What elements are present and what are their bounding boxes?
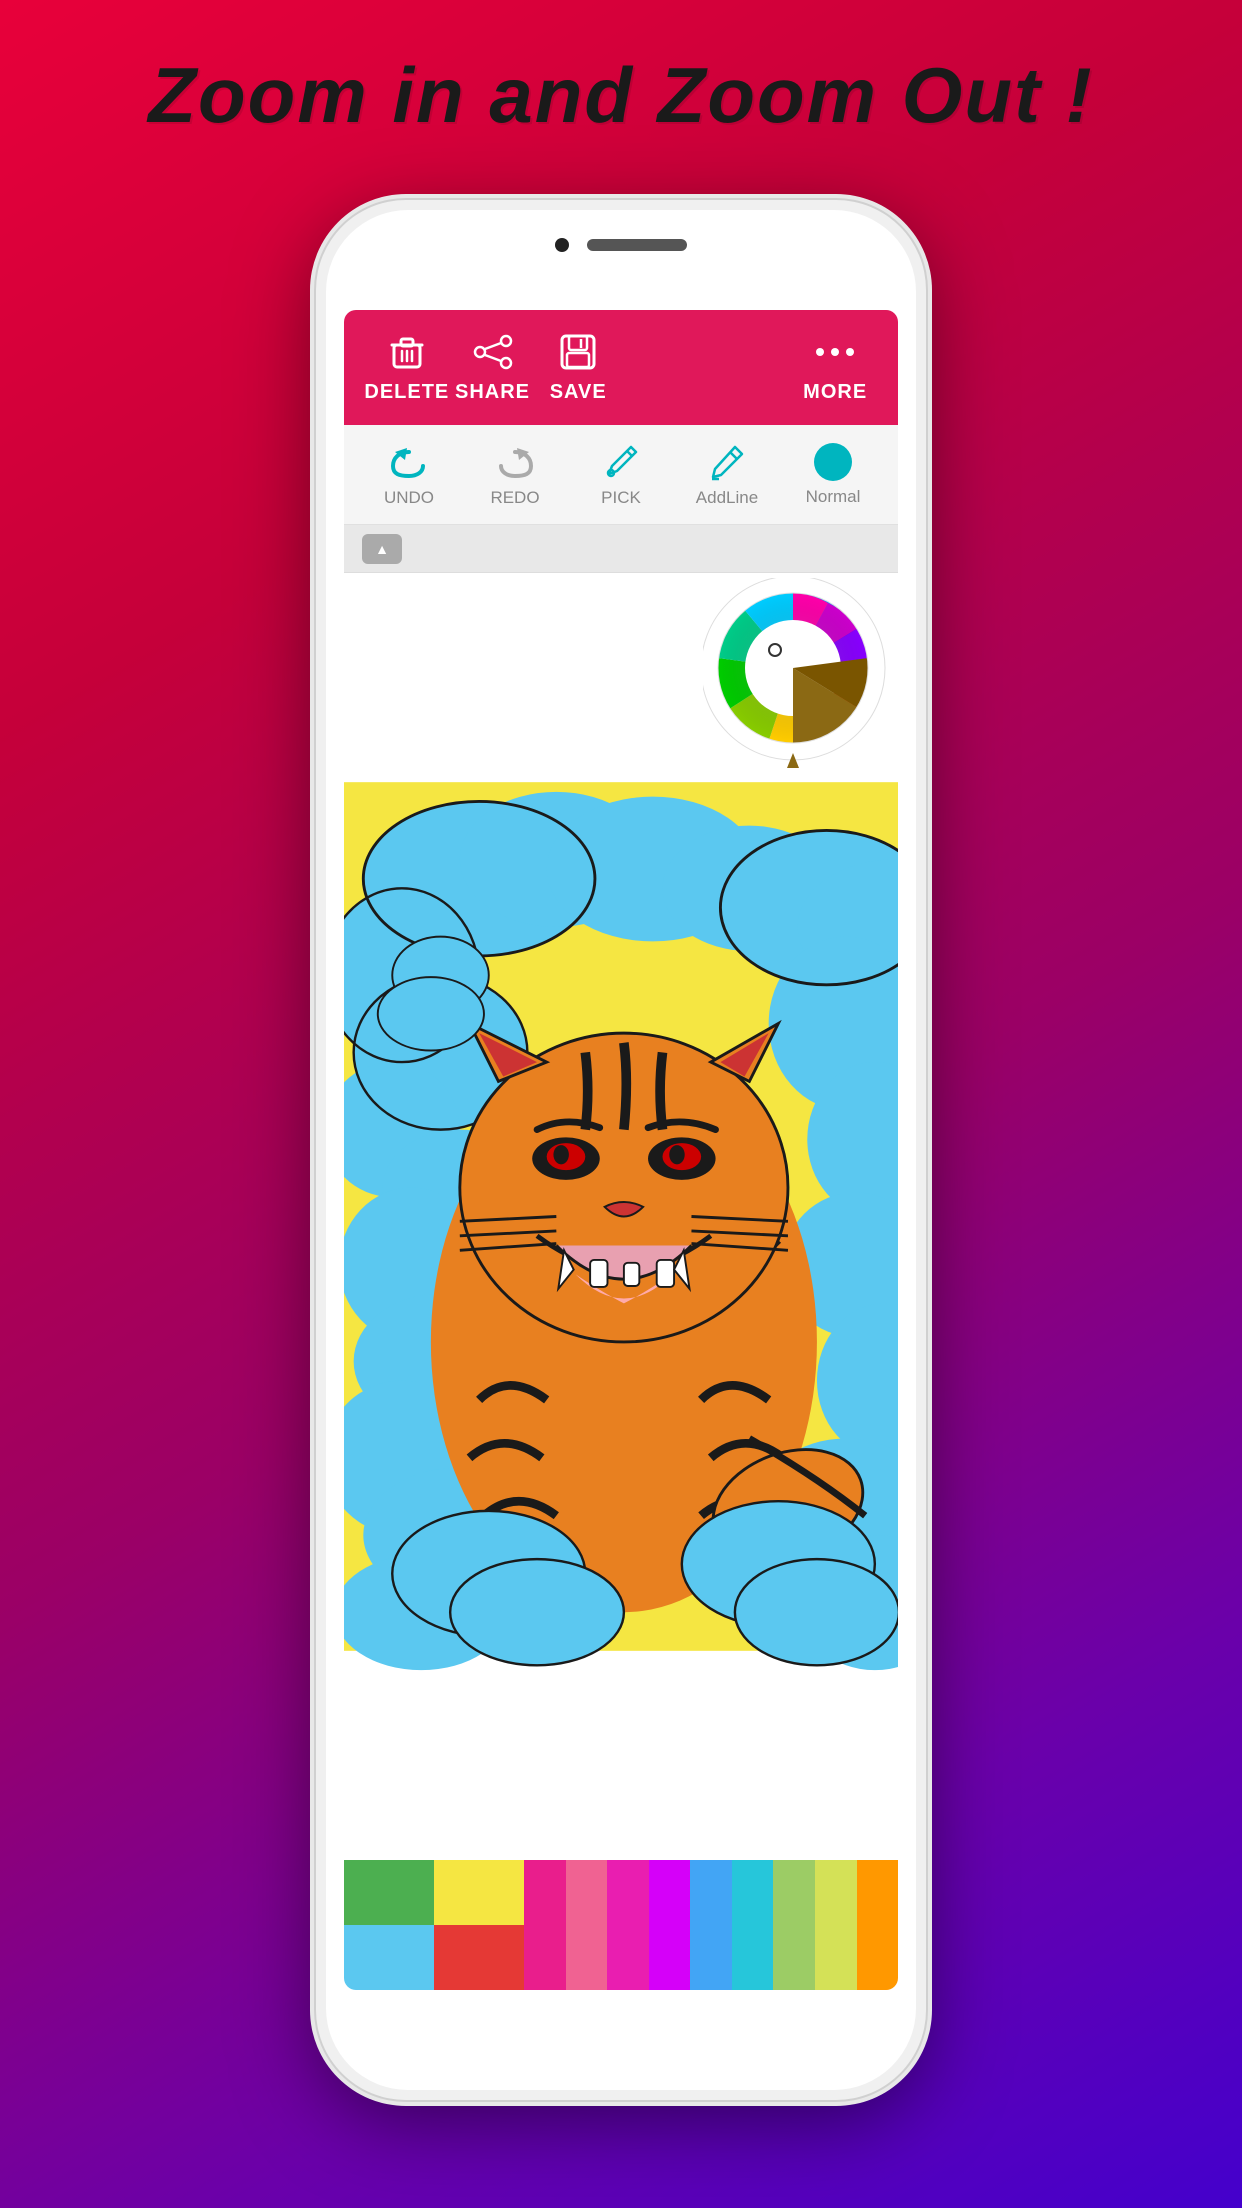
color-swatch-yellow[interactable] xyxy=(434,1860,524,1925)
phone-inner: DELETE SHARE xyxy=(326,210,916,2090)
share-icon xyxy=(472,331,514,373)
save-button[interactable]: SAVE xyxy=(535,331,621,404)
addline-button[interactable]: AddLine xyxy=(674,442,780,508)
color-swatch-green[interactable] xyxy=(344,1860,434,1925)
color-swatch-red[interactable] xyxy=(434,1925,524,1990)
redo-icon xyxy=(495,442,535,482)
more-button[interactable]: MORE xyxy=(792,331,878,404)
canvas-area[interactable] xyxy=(344,573,898,1860)
phone-top-bar xyxy=(555,238,687,252)
more-icon xyxy=(814,331,856,373)
color-swatch-lightgreen[interactable] xyxy=(773,1860,815,1990)
pick-button[interactable]: PICK xyxy=(568,442,674,508)
color-swatch-orange[interactable] xyxy=(857,1860,899,1990)
front-camera xyxy=(555,238,569,252)
save-icon xyxy=(557,331,599,373)
color-palette xyxy=(344,1860,898,1990)
collapse-button[interactable] xyxy=(362,534,402,564)
color-wheel-popup[interactable] xyxy=(698,573,898,793)
palette-right-strip xyxy=(524,1860,898,1990)
palette-left-grid xyxy=(344,1860,524,1990)
toolbar: DELETE SHARE xyxy=(344,310,898,425)
undo-icon xyxy=(389,442,429,482)
redo-button[interactable]: REDO xyxy=(462,442,568,508)
color-swatch-lightblue[interactable] xyxy=(344,1925,434,1990)
tool-row: UNDO REDO PICK xyxy=(344,425,898,525)
color-swatch-blue[interactable] xyxy=(690,1860,732,1990)
color-swatch-cyan[interactable] xyxy=(732,1860,774,1990)
share-button[interactable]: SHARE xyxy=(450,331,536,404)
pen-icon xyxy=(707,442,747,482)
collapse-bar xyxy=(344,525,898,573)
color-swatch-purple[interactable] xyxy=(649,1860,691,1990)
trash-icon xyxy=(386,331,428,373)
screen: DELETE SHARE xyxy=(344,310,898,1990)
undo-button[interactable]: UNDO xyxy=(356,442,462,508)
color-swatch-magenta[interactable] xyxy=(607,1860,649,1990)
circle-teal-icon xyxy=(814,443,852,481)
color-swatch-pink2[interactable] xyxy=(566,1860,608,1990)
color-swatch-lime[interactable] xyxy=(815,1860,857,1990)
delete-button[interactable]: DELETE xyxy=(364,331,450,404)
speaker-slot xyxy=(587,239,687,251)
color-swatch-pink1[interactable] xyxy=(524,1860,566,1990)
phone-frame: DELETE SHARE xyxy=(316,200,926,2100)
eyedropper-icon xyxy=(601,442,641,482)
headline: Zoom in and Zoom Out ! xyxy=(0,50,1242,141)
normal-button[interactable]: Normal xyxy=(780,443,886,507)
color-wheel-svg xyxy=(703,578,893,788)
